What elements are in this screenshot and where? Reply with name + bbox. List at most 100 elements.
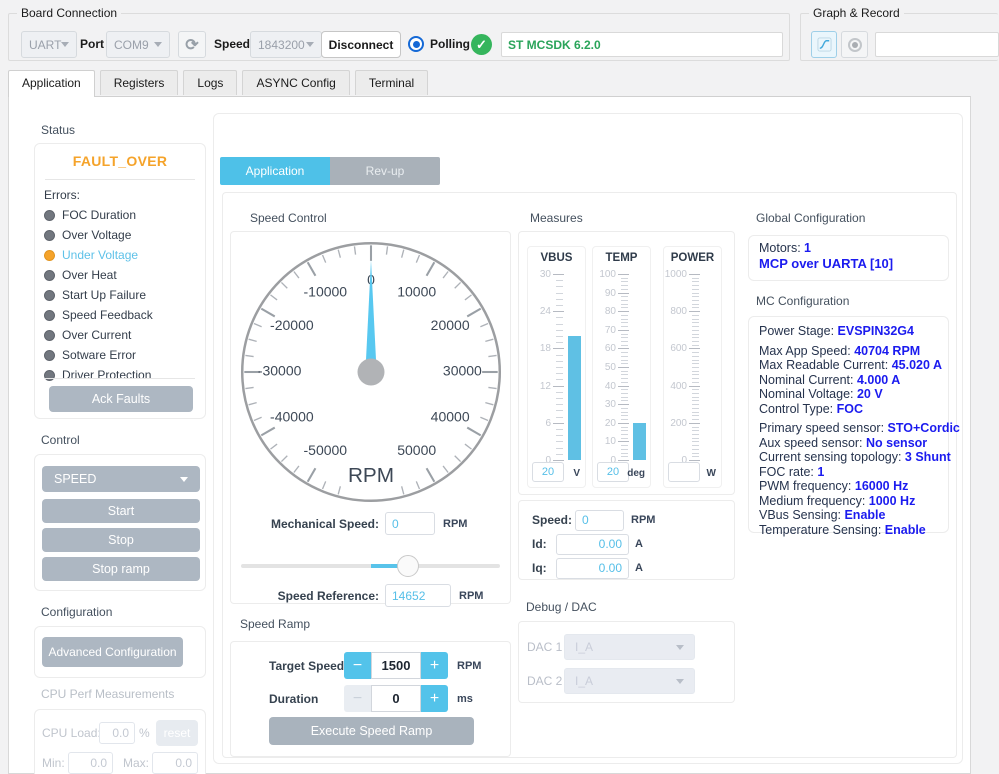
mc-config-item: VBus Sensing: Enable xyxy=(759,508,886,522)
speed-id-iq-panel: Speed: 0 RPM Id: 0.00 A Iq: 0.00 A xyxy=(518,500,735,580)
target-speed-field[interactable]: 1500 xyxy=(371,652,421,679)
mechanical-speed-field[interactable]: 0 xyxy=(385,512,435,535)
svg-text:30000: 30000 xyxy=(443,363,482,379)
execute-speed-ramp-button[interactable]: Execute Speed Ramp xyxy=(269,717,474,745)
speed-reference-slider[interactable] xyxy=(241,554,500,578)
error-dot-icon xyxy=(44,309,55,321)
duration-increment-button[interactable]: + xyxy=(421,685,448,712)
speed-control-panel: -50000 -40000 -30000 -20000 -10000 0 10000 2000… xyxy=(230,231,511,607)
advanced-configuration-button[interactable]: Advanced Configuration xyxy=(42,637,183,667)
speed-measure-field[interactable]: 0 xyxy=(575,509,624,531)
refresh-icon: ⟳ xyxy=(185,36,199,54)
speed-reference-field[interactable]: 14652 xyxy=(385,584,451,607)
refresh-ports-button[interactable]: ⟳ xyxy=(178,31,206,58)
vbus-value-field[interactable]: 20 xyxy=(532,462,564,482)
mcp-link[interactable]: MCP over UARTA [10] xyxy=(759,256,938,271)
board-connection-group: Board Connection UART Port COM9 ⟳ Speed … xyxy=(8,6,790,61)
polling-radio[interactable] xyxy=(408,36,424,52)
duration-decrement-button[interactable]: − xyxy=(344,685,371,712)
baud-select[interactable]: 1843200 xyxy=(250,31,322,58)
start-button[interactable]: Start xyxy=(42,499,200,523)
disconnect-button[interactable]: Disconnect xyxy=(321,31,401,58)
open-graph-button[interactable] xyxy=(811,31,837,58)
tab-registers[interactable]: Registers xyxy=(99,70,179,95)
tab-application[interactable]: Application xyxy=(8,70,95,97)
iq-measure-field[interactable]: 0.00 xyxy=(556,557,629,579)
firmware-version-field[interactable]: ST MCSDK 6.2.0 xyxy=(501,32,783,57)
main-tabs: Application Registers Logs ASYNC Config Term… xyxy=(8,70,433,97)
control-mode-value: SPEED xyxy=(54,472,97,486)
record-file-field[interactable] xyxy=(875,32,999,57)
motor-frame: Application Rev-up Speed Control -50000-… xyxy=(213,113,963,764)
fault-state-text: FAULT_OVER xyxy=(72,153,168,169)
target-speed-row: Target Speed − 1500 + RPM xyxy=(231,652,510,679)
tab-async-config[interactable]: ASYNC Config xyxy=(242,70,350,95)
cpu-perf-panel: CPU Load: 0.0 % reset Min: 0.0 Max: 0.0 xyxy=(34,709,206,774)
application-tab-content: Status FAULT_OVER Errors: FOC Duration Ov… xyxy=(8,96,971,774)
chevron-down-icon xyxy=(676,678,684,684)
mc-config-item: FOC rate: 1 xyxy=(759,464,825,479)
error-dot-icon xyxy=(44,269,55,281)
tab-terminal[interactable]: Terminal xyxy=(354,70,429,95)
mc-config-item: Max App Speed: 40704 RPM xyxy=(759,343,921,358)
tab-logs[interactable]: Logs xyxy=(183,70,238,95)
error-indicator: Start Up Failure xyxy=(35,285,205,305)
chevron-down-icon xyxy=(154,42,162,47)
mc-config-item: Aux speed sensor: No sensor xyxy=(759,435,928,450)
subtab-revup[interactable]: Rev-up xyxy=(330,157,440,185)
control-section-label: Control xyxy=(41,433,80,447)
error-indicator: Over Voltage xyxy=(35,225,205,245)
temp-value-field[interactable]: 20 xyxy=(597,462,629,482)
dac1-select[interactable]: I_A xyxy=(564,634,695,660)
status-panel: FAULT_OVER Errors: FOC Duration Over Volt… xyxy=(34,143,206,419)
svg-text:20000: 20000 xyxy=(431,317,470,333)
speed-measure-label: Speed: xyxy=(532,513,573,527)
port-select[interactable]: COM9 xyxy=(106,31,170,58)
curve-graph-icon xyxy=(816,37,832,52)
target-speed-unit: RPM xyxy=(457,659,482,672)
global-configuration-panel: Motors: 1 MCP over UARTA [10] xyxy=(748,235,949,281)
chevron-down-icon xyxy=(61,42,70,47)
target-speed-increment-button[interactable]: + xyxy=(421,652,448,679)
interface-value: UART xyxy=(29,37,62,52)
record-button[interactable] xyxy=(841,31,868,58)
svg-text:-50000: -50000 xyxy=(304,442,348,458)
mc-configuration-panel: Power Stage: EVSPIN32G4 Max App Speed: 40… xyxy=(748,316,960,537)
duration-label: Duration xyxy=(269,691,319,706)
mc-config-item: Primary speed sensor: STO+Cordic xyxy=(759,421,960,435)
ack-faults-button[interactable]: Ack Faults xyxy=(49,386,193,412)
power-value-field[interactable] xyxy=(668,462,700,482)
configuration-panel: Advanced Configuration xyxy=(34,626,206,678)
svg-text:50000: 50000 xyxy=(397,442,436,458)
cpu-perf-section-label: CPU Perf Measurements xyxy=(41,687,175,701)
error-indicator: Under Voltage xyxy=(35,245,205,265)
speed-measure-row: Speed: 0 RPM xyxy=(519,509,734,531)
dac2-select[interactable]: I_A xyxy=(564,668,695,694)
chevron-down-icon xyxy=(306,42,314,47)
chevron-down-icon xyxy=(180,476,188,482)
control-mode-select[interactable]: SPEED xyxy=(42,466,200,492)
stop-ramp-button[interactable]: Stop ramp xyxy=(42,557,200,581)
id-measure-field[interactable]: 0.00 xyxy=(556,533,629,555)
dac2-label: DAC 2 xyxy=(527,674,563,688)
mc-config-item: Current sensing topology: 3 Shunt xyxy=(759,450,951,464)
error-indicator: Driver Protection xyxy=(35,365,205,385)
slider-handle[interactable] xyxy=(397,555,420,577)
iq-measure-row: Iq: 0.00 A xyxy=(519,557,734,579)
speed-ramp-panel: Target Speed − 1500 + RPM Duration − 0 +… xyxy=(230,641,511,757)
error-indicator: Over Heat xyxy=(35,265,205,285)
mc-config-item: Medium frequency: 1000 Hz xyxy=(759,493,916,508)
stop-button[interactable]: Stop xyxy=(42,528,200,552)
cpu-reset-button[interactable]: reset xyxy=(156,720,198,746)
subtab-application[interactable]: Application xyxy=(220,157,330,185)
mc-config-item: Nominal Current: 4.000 A xyxy=(759,372,901,387)
cpu-min-label: Min: xyxy=(42,756,65,770)
configuration-section-label: Configuration xyxy=(41,605,113,619)
debug-dac-panel: DAC 1 I_A DAC 2 I_A xyxy=(518,621,735,703)
target-speed-decrement-button[interactable]: − xyxy=(344,652,371,679)
id-measure-row: Id: 0.00 A xyxy=(519,533,734,555)
cpu-max-label: Max: xyxy=(123,756,150,770)
divider xyxy=(45,179,195,180)
duration-field[interactable]: 0 xyxy=(371,685,421,712)
interface-select[interactable]: UART xyxy=(21,31,77,58)
